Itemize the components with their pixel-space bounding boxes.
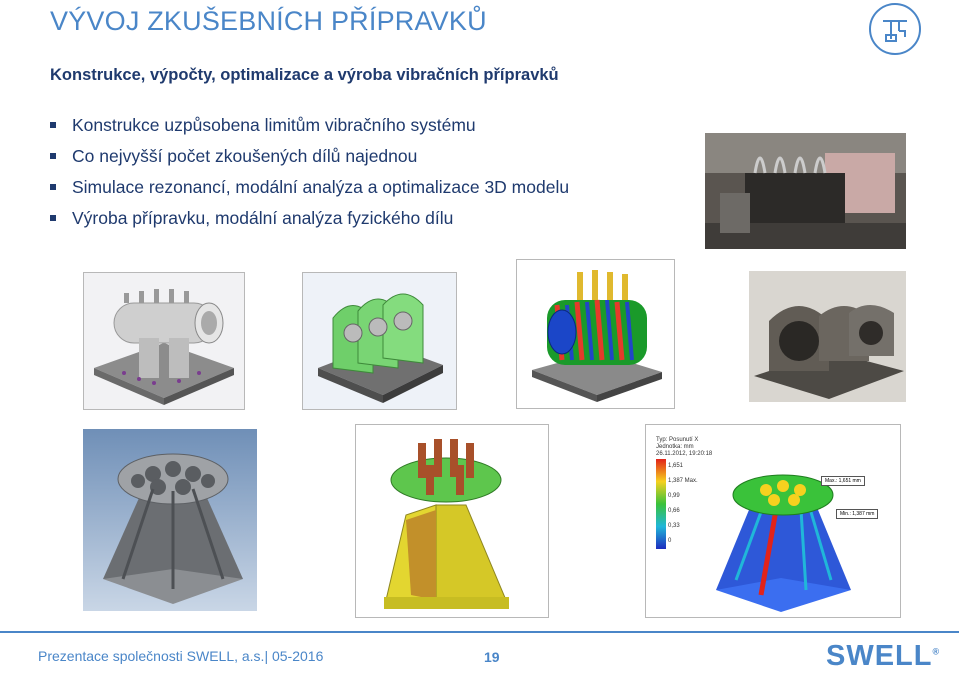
fea-callout-min: Min.: 1,387 mm	[836, 509, 879, 519]
fea-legend: Typ: Posunutí X Jednotka: mm 26.11.2012,…	[656, 437, 713, 457]
fea-color-scale	[656, 459, 666, 549]
fea-simulation-cone-fixture: Typ: Posunutí X Jednotka: mm 26.11.2012,…	[645, 424, 901, 618]
cad-section-cone-fixture	[355, 424, 549, 618]
photo-manufactured-fixture	[749, 271, 906, 402]
slide-subtitle: Konstrukce, výpočty, optimalizace a výro…	[50, 66, 559, 84]
bullet-list: Konstrukce uzpůsobena limitům vibračního…	[50, 111, 569, 235]
page-number: 19	[484, 649, 500, 665]
cad-model-cone-fixture	[83, 429, 257, 611]
fea-scale-values: 1,651 1,387 Max. 0,99 0,66 0,33 0	[668, 463, 698, 544]
bullet-item: Konstrukce uzpůsobena limitům vibračního…	[50, 111, 569, 142]
bullet-square-icon	[50, 153, 56, 159]
photo-fixture-on-shaker	[705, 133, 906, 249]
fea-simulation-tube-fixture	[516, 259, 675, 409]
footer-text: Prezentace společnosti SWELL, a.s.| 05-2…	[38, 648, 324, 664]
company-logo-icon	[869, 3, 921, 55]
footer-divider	[0, 631, 959, 633]
cad-model-tube-fixture	[83, 272, 245, 410]
cad-model-green-bracket	[302, 272, 457, 410]
bullet-item: Co nejvyšší počet zkoušených dílů najedn…	[50, 142, 569, 173]
bullet-square-icon	[50, 215, 56, 221]
bullet-square-icon	[50, 122, 56, 128]
bullet-square-icon	[50, 184, 56, 190]
bullet-item: Simulace rezonancí, modální analýza a op…	[50, 173, 569, 204]
brand-logo: SWELL®	[826, 640, 940, 672]
fea-callout-max: Max.: 1,651 mm	[821, 476, 865, 486]
slide-title: VÝVOJ ZKUŠEBNÍCH PŘÍPRAVKŮ	[50, 6, 487, 36]
bullet-item: Výroba přípravku, modální analýza fyzick…	[50, 204, 569, 235]
